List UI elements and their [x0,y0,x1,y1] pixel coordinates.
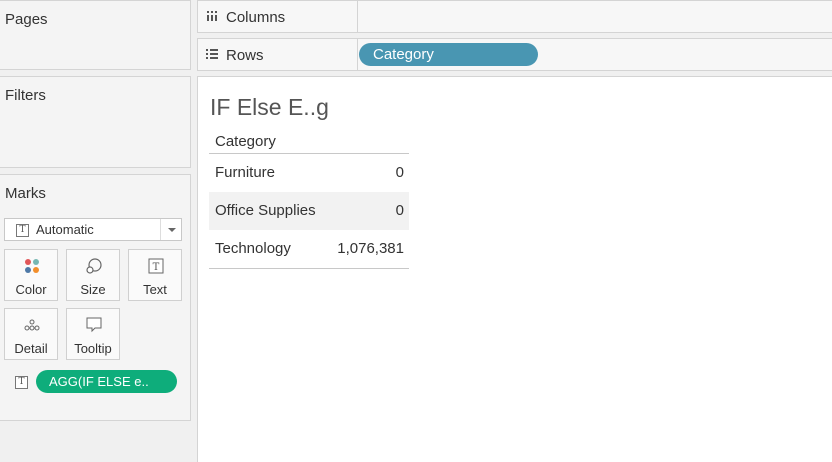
text-label: Text [143,282,167,297]
row-value: 0 [395,202,404,219]
size-button[interactable]: Size [66,249,120,301]
tooltip-icon [86,317,102,333]
filters-title: Filters [5,87,46,104]
detail-button[interactable]: Detail [4,308,58,360]
pages-card[interactable]: Pages [0,0,191,70]
text-icon: T [148,258,164,274]
row-category: Office Supplies [215,202,316,219]
marks-title: Marks [5,185,46,202]
columns-shelf[interactable]: Columns [197,0,832,33]
mark-type-dropdown[interactable]: T Automatic [4,218,182,241]
category-pill[interactable]: Category [359,43,538,66]
size-icon [86,258,102,274]
color-label: Color [15,282,47,297]
columns-shelf-label: Columns [198,1,358,32]
row-value: 1,076,381 [337,240,404,257]
row-category: Furniture [215,164,276,181]
row-category: Technology [215,240,291,257]
viz-canvas[interactable]: IF Else E..g Category Furniture 0 Office… [197,76,832,462]
row-value: 0 [395,164,404,181]
detail-icon [24,319,40,331]
table-row[interactable]: Furniture 0 [209,154,409,192]
viz-title[interactable]: IF Else E..g [210,94,329,121]
marks-card: Marks T Automatic Color Size T Text Deta… [0,174,191,421]
table-row[interactable]: Office Supplies 0 [209,192,409,230]
rows-shelf-label: Rows [198,39,358,70]
rows-label: Rows [226,47,264,64]
filters-card[interactable]: Filters [0,76,191,168]
tooltip-label: Tooltip [74,341,112,356]
rows-icon [206,49,218,59]
chevron-down-icon[interactable] [160,219,181,240]
text-encoding-icon[interactable]: T [15,376,28,389]
table-header[interactable]: Category [209,131,409,154]
mark-type-value: Automatic [36,222,94,237]
pages-title: Pages [5,11,48,28]
rows-shelf[interactable]: Rows Category [197,38,832,71]
color-button[interactable]: Color [4,249,58,301]
table-bottom-border [209,268,409,269]
text-button[interactable]: T Text [128,249,182,301]
color-icon [25,259,39,273]
measure-pill[interactable]: AGG(IF ELSE e.. [36,370,177,393]
text-table: Category Furniture 0 Office Supplies 0 T… [209,131,409,269]
detail-label: Detail [14,341,48,356]
columns-label: Columns [226,9,286,26]
size-label: Size [80,282,106,297]
table-row[interactable]: Technology 1,076,381 [209,230,409,268]
text-mark-icon: T [16,224,29,237]
tooltip-button[interactable]: Tooltip [66,308,120,360]
svg-text:T: T [153,262,160,273]
columns-icon [207,11,217,21]
